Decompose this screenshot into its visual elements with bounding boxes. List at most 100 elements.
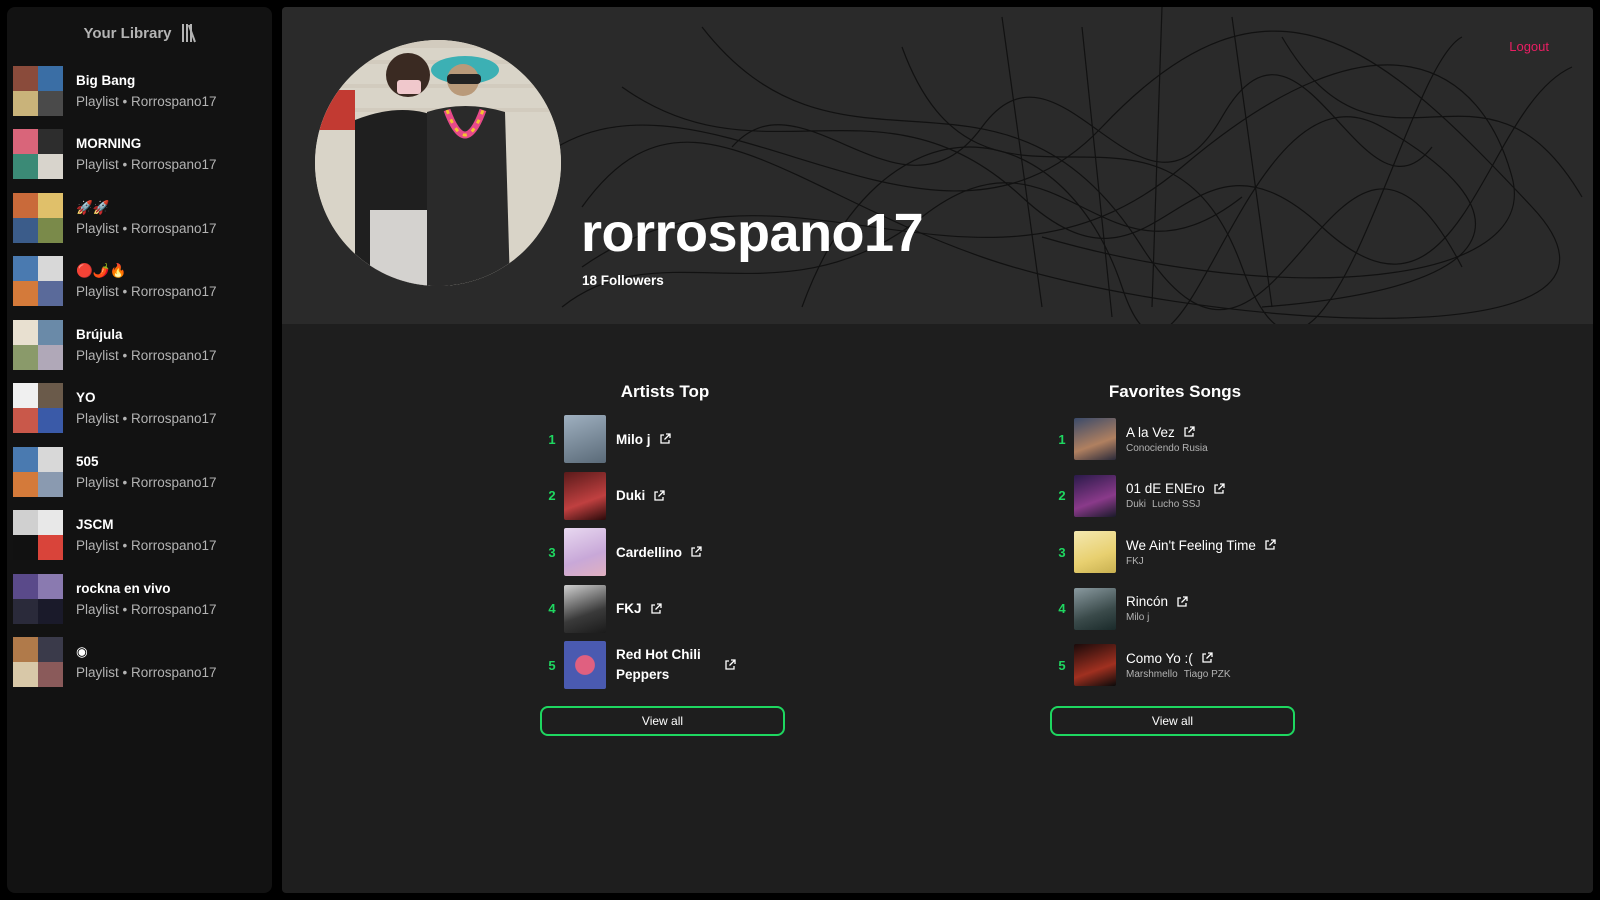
- external-link-icon[interactable]: [724, 659, 736, 671]
- external-link-icon[interactable]: [1201, 652, 1213, 664]
- playlist-name: ◉: [76, 644, 88, 660]
- library-title: Your Library: [83, 24, 172, 42]
- song-rank: 5: [1058, 657, 1066, 673]
- song-rank: 1: [1058, 431, 1066, 447]
- playlist-subtitle: Playlist • Rorrospano17: [76, 411, 217, 427]
- playlist-cover: [13, 573, 63, 624]
- playlist-name: 🚀🚀: [76, 199, 110, 215]
- song-row[interactable]: 4 Rincón Milo j: [1050, 581, 1300, 638]
- external-link-icon[interactable]: [1264, 539, 1276, 551]
- song-title: Rincón: [1126, 594, 1169, 610]
- artist-rank: 4: [548, 601, 556, 617]
- song-artist: Tiago PZK: [1183, 668, 1231, 680]
- song-artists: Milo j: [1126, 612, 1188, 623]
- profile-username: rorrospano17: [581, 203, 924, 263]
- artist-row[interactable]: 5 Red Hot Chili Peppers: [540, 637, 790, 694]
- playlist-item[interactable]: YO Playlist • Rorrospano17: [7, 377, 272, 441]
- playlist-subtitle: Playlist • Rorrospano17: [76, 93, 217, 109]
- playlist-item[interactable]: 505 Playlist • Rorrospano17: [7, 440, 272, 504]
- artist-row[interactable]: 2 Duki: [540, 468, 790, 525]
- artist-row[interactable]: 3 Cardellino: [540, 524, 790, 581]
- song-row[interactable]: 1 A la Vez Conociendo Rusia: [1050, 411, 1300, 468]
- playlist-cover: [13, 192, 63, 243]
- artist-name: FKJ: [616, 601, 642, 617]
- song-artists: FKJ: [1126, 556, 1276, 567]
- playlist-name: 🔴🌶️🔥: [76, 263, 127, 279]
- playlist-item[interactable]: rockna en vivo Playlist • Rorrospano17: [7, 567, 272, 631]
- artist-rank: 1: [548, 431, 556, 447]
- playlist-item[interactable]: MORNING Playlist • Rorrospano17: [7, 123, 272, 187]
- external-link-icon[interactable]: [690, 546, 702, 558]
- playlist-cover: [13, 637, 63, 688]
- song-artist: Lucho SSJ: [1152, 499, 1201, 511]
- artist-row[interactable]: 4 FKJ: [540, 581, 790, 638]
- song-rank: 4: [1058, 601, 1066, 617]
- song-cover: [1074, 587, 1116, 630]
- favorite-songs-title: Favorites Songs: [1108, 382, 1242, 401]
- artist-image: [564, 471, 606, 520]
- song-artist: Milo j: [1126, 612, 1150, 624]
- playlist-item[interactable]: 🔴🌶️🔥 Playlist • Rorrospano17: [7, 250, 272, 314]
- playlist-cover: [13, 383, 63, 434]
- song-artist: Duki: [1126, 499, 1147, 511]
- playlist-subtitle: Playlist • Rorrospano17: [76, 220, 217, 236]
- library-sidebar: Your Library Big Bang Playlist • Rorrospa…: [7, 7, 272, 893]
- song-artist: FKJ: [1126, 555, 1144, 567]
- artist-rank: 3: [548, 544, 556, 560]
- external-link-icon[interactable]: [1183, 426, 1195, 438]
- artists-top-section: Artists Top 1 Milo j 2 Duki 3 Cardellino…: [540, 382, 790, 736]
- artist-name: Red Hot Chili Peppers: [616, 647, 701, 683]
- song-row[interactable]: 2 01 dE ENEro Duki Lucho SSJ: [1050, 468, 1300, 525]
- playlist-cover: [13, 129, 63, 180]
- artist-image: [564, 641, 606, 690]
- favorite-songs-section: Favorites Songs 1 A la Vez Conociendo Ru…: [1050, 382, 1300, 736]
- song-row[interactable]: 3 We Ain't Feeling Time FKJ: [1050, 524, 1300, 581]
- artist-image: [564, 415, 606, 464]
- followers-count: 18 Followers: [582, 273, 664, 288]
- playlist-cover: [13, 256, 63, 307]
- external-link-icon[interactable]: [1213, 483, 1225, 495]
- library-header[interactable]: Your Library: [7, 7, 272, 59]
- playlist-cover: [13, 510, 63, 561]
- song-cover: [1074, 644, 1116, 687]
- song-cover: [1074, 531, 1116, 574]
- artist-image: [564, 528, 606, 577]
- artist-name: Milo j: [616, 431, 651, 447]
- song-artists: Duki Lucho SSJ: [1126, 499, 1225, 510]
- playlist-name: JSCM: [76, 517, 114, 533]
- playlist-item[interactable]: JSCM Playlist • Rorrospano17: [7, 504, 272, 568]
- playlist-subtitle: Playlist • Rorrospano17: [76, 157, 217, 173]
- song-title: Como Yo :(: [1126, 650, 1193, 666]
- playlist-name: YO: [76, 390, 96, 406]
- library-icon: [181, 24, 196, 43]
- song-rank: 2: [1058, 488, 1066, 504]
- playlist-list: Big Bang Playlist • Rorrospano17 MORNING P…: [7, 59, 272, 694]
- playlist-name: Big Bang: [76, 72, 136, 88]
- logout-button[interactable]: Logout: [1509, 39, 1549, 54]
- playlist-subtitle: Playlist • Rorrospano17: [76, 474, 217, 490]
- external-link-icon[interactable]: [653, 490, 665, 502]
- song-cover: [1074, 474, 1116, 517]
- playlist-subtitle: Playlist • Rorrospano17: [76, 347, 217, 363]
- song-row[interactable]: 5 Como Yo :( Marshmello Tiago PZK: [1050, 637, 1300, 694]
- songs-view-all-button[interactable]: View all: [1050, 705, 1295, 736]
- playlist-item[interactable]: 🚀🚀 Playlist • Rorrospano17: [7, 186, 272, 250]
- song-title: We Ain't Feeling Time: [1126, 537, 1256, 553]
- artist-rank: 5: [548, 657, 556, 673]
- playlist-subtitle: Playlist • Rorrospano17: [76, 284, 217, 300]
- playlist-item[interactable]: Brújula Playlist • Rorrospano17: [7, 313, 272, 377]
- profile-main: rorrospano17 18 Followers Logout Artists…: [282, 7, 1593, 893]
- artists-view-all-button[interactable]: View all: [540, 705, 785, 736]
- artist-image: [564, 584, 606, 633]
- external-link-icon[interactable]: [1176, 596, 1188, 608]
- profile-header: rorrospano17 18 Followers Logout: [282, 7, 1593, 324]
- playlist-name: Brújula: [76, 326, 123, 342]
- playlist-item[interactable]: Big Bang Playlist • Rorrospano17: [7, 59, 272, 123]
- artist-row[interactable]: 1 Milo j: [540, 411, 790, 468]
- song-artists: Conociendo Rusia: [1126, 443, 1208, 454]
- external-link-icon[interactable]: [650, 603, 662, 615]
- playlist-item[interactable]: ◉ Playlist • Rorrospano17: [7, 631, 272, 695]
- playlist-cover: [13, 65, 63, 116]
- external-link-icon[interactable]: [659, 433, 671, 445]
- artist-name: Duki: [616, 488, 646, 504]
